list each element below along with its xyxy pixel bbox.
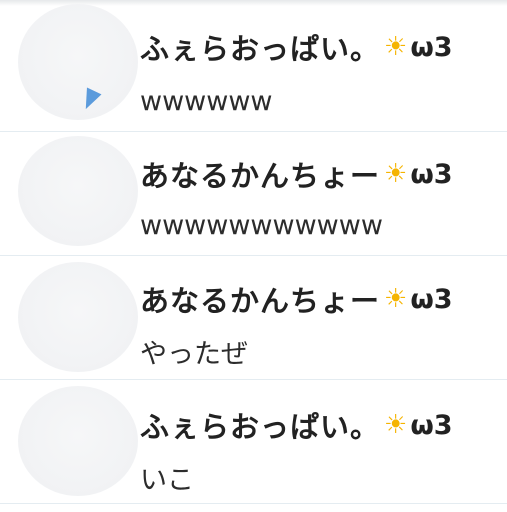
username-line: ふぇらおっぱい。 ☀ ω3	[140, 404, 453, 446]
message-row[interactable]: あなるかんちょー ☀ ω3 やったぜ	[0, 256, 507, 380]
name-suffix: ω3	[410, 158, 453, 190]
message-text: wwwwwwwwwww	[140, 210, 383, 241]
name-suffix: ω3	[410, 283, 453, 315]
avatar[interactable]	[18, 262, 138, 372]
username-line: あなるかんちょー ☀ ω3	[140, 153, 453, 195]
username-line: ふぇらおっぱい。 ☀ ω3	[140, 26, 453, 68]
username-line: あなるかんちょー ☀ ω3	[140, 278, 453, 320]
name-suffix: ω3	[410, 409, 453, 441]
message-row[interactable]: ふぇらおっぱい。 ☀ ω3 wwwwww	[0, 4, 507, 132]
message-text: やったぜ	[140, 339, 248, 370]
avatar[interactable]	[18, 4, 138, 120]
username[interactable]: ふぇらおっぱい。	[140, 26, 380, 68]
message-row[interactable]: ふぇらおっぱい。 ☀ ω3 いこ	[0, 380, 507, 504]
sun-icon: ☀	[384, 32, 408, 62]
sun-icon: ☀	[384, 284, 408, 314]
sun-icon: ☀	[384, 159, 408, 189]
avatar[interactable]	[18, 136, 138, 246]
name-suffix: ω3	[410, 31, 453, 63]
username[interactable]: あなるかんちょー	[140, 153, 380, 195]
sun-icon: ☀	[384, 410, 408, 440]
message-text: wwwwww	[140, 86, 273, 117]
avatar[interactable]	[18, 386, 138, 496]
message-list-screen: ふぇらおっぱい。 ☀ ω3 wwwwww あなるかんちょー ☀ ω3 wwwww…	[0, 0, 507, 512]
message-text: いこ	[140, 465, 194, 496]
username[interactable]: ふぇらおっぱい。	[140, 404, 380, 446]
message-row[interactable]: あなるかんちょー ☀ ω3 wwwwwwwwwww	[0, 132, 507, 256]
username[interactable]: あなるかんちょー	[140, 278, 380, 320]
